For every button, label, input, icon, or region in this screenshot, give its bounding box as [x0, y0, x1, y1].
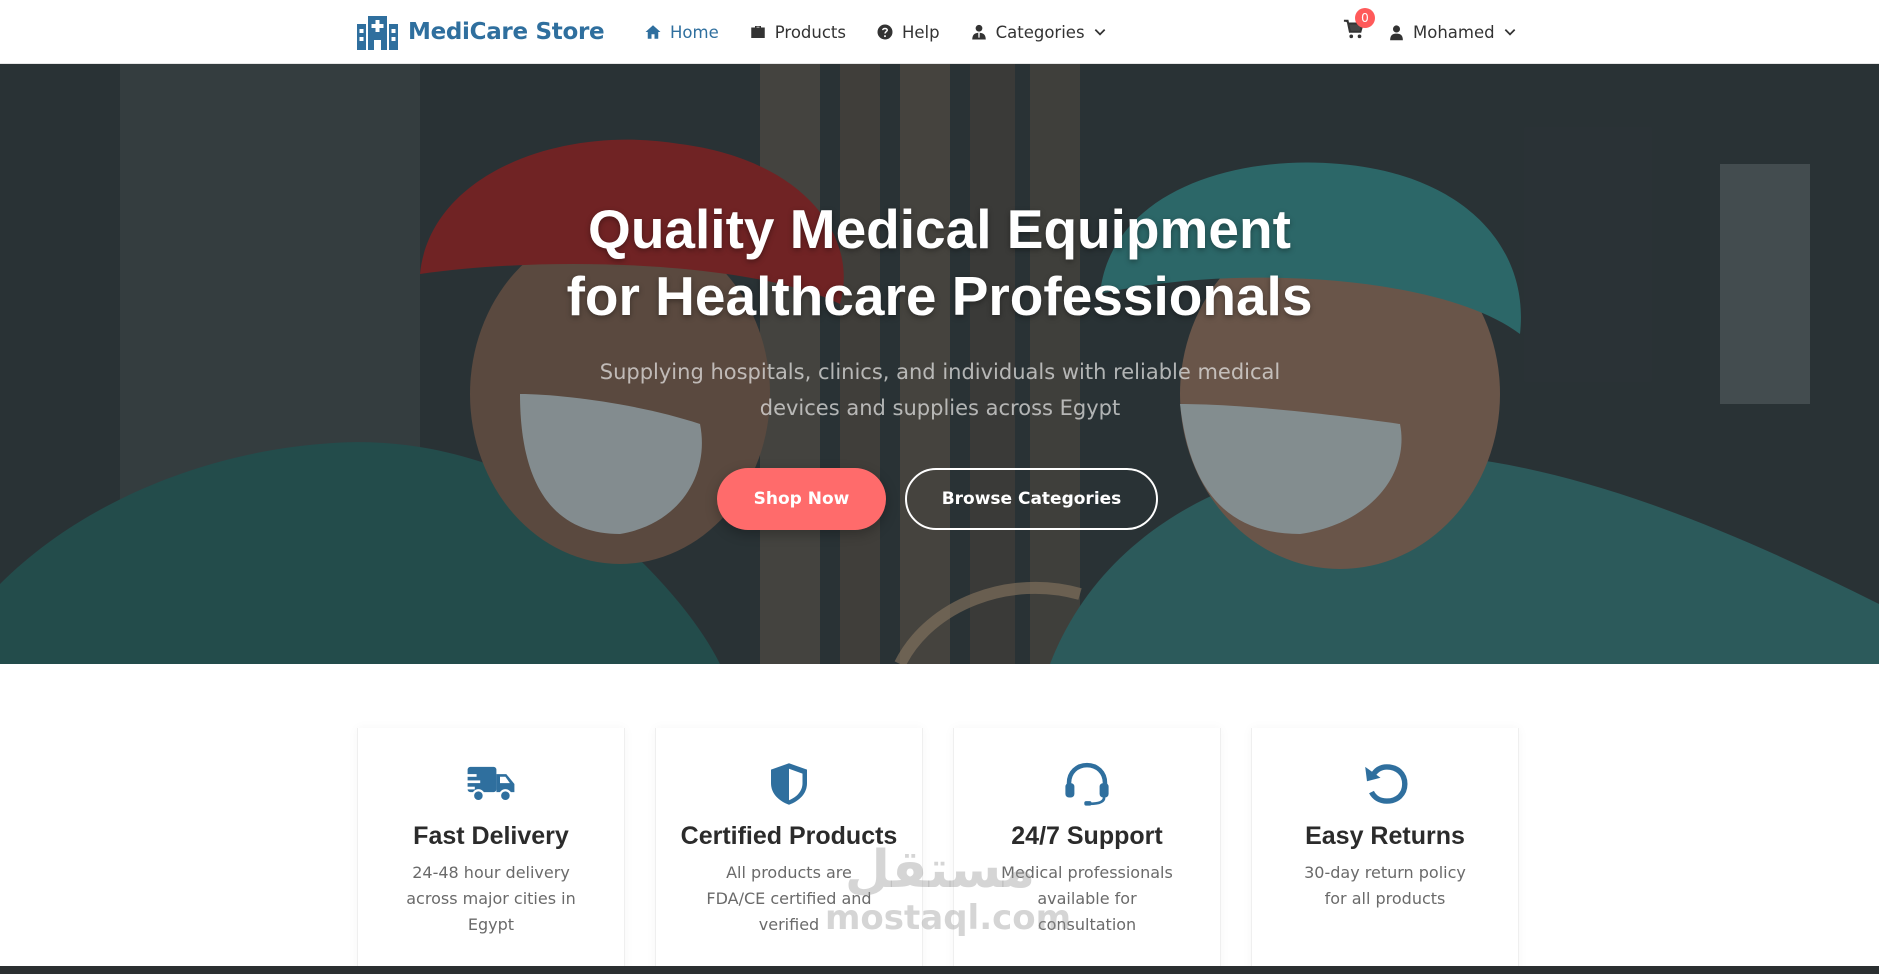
nav-item-products[interactable]: Products — [749, 23, 846, 42]
hero-banner: Quality Medical Equipment for Healthcare… — [0, 64, 1879, 664]
feature-title: Fast Delivery — [413, 822, 569, 850]
question-circle-icon — [877, 24, 893, 40]
shop-now-button[interactable]: Shop Now — [717, 468, 886, 530]
main-nav: Home Products Help Categories — [644, 16, 1107, 48]
cart-button[interactable]: 0 — [1343, 8, 1375, 42]
shield-icon — [759, 758, 819, 810]
feature-card-delivery: Fast Delivery 24-48 hour delivery across… — [357, 728, 625, 974]
hero-title: Quality Medical Equipment for Healthcare… — [0, 196, 1879, 330]
hero-title-line2: for Healthcare Professionals — [566, 265, 1313, 327]
hero-subtitle: Supplying hospitals, clinics, and indivi… — [599, 360, 1281, 420]
features-section: Fast Delivery 24-48 hour delivery across… — [357, 728, 1519, 974]
brand-name: MediCare Store — [408, 19, 605, 45]
hospital-logo-icon — [357, 16, 398, 50]
brand-link[interactable]: MediCare Store — [357, 12, 605, 52]
cart-count-badge: 0 — [1355, 8, 1375, 28]
briefcase-icon — [750, 26, 765, 38]
user-icon — [1390, 24, 1403, 40]
user-menu[interactable]: Mohamed — [1388, 16, 1517, 48]
feature-description: 30-day return policy for all products — [1304, 863, 1466, 908]
navbar: MediCare Store Home Products Help Catego… — [0, 0, 1879, 64]
nav-item-categories[interactable]: Categories — [970, 23, 1107, 42]
chevron-down-icon — [1504, 29, 1515, 36]
feature-card-support: 24/7 Support Medical professionals avail… — [953, 728, 1221, 974]
hero-title-line1: Quality Medical Equipment — [588, 198, 1291, 260]
user-tie-icon — [971, 24, 986, 40]
headset-icon — [1057, 758, 1117, 810]
feature-description: Medical professionals available for cons… — [1001, 863, 1173, 934]
feature-title: Easy Returns — [1305, 822, 1465, 850]
nav-item-label: Home — [670, 22, 719, 42]
feature-title: Certified Products — [680, 822, 898, 850]
browse-categories-button[interactable]: Browse Categories — [905, 468, 1158, 530]
feature-title: 24/7 Support — [1011, 822, 1163, 850]
feature-description: 24-48 hour delivery across major cities … — [406, 863, 576, 934]
nav-item-label: Products — [774, 22, 846, 42]
undo-icon — [1355, 758, 1415, 810]
feature-card-returns: Easy Returns 30-day return policy for al… — [1251, 728, 1519, 974]
chevron-down-icon — [1094, 29, 1105, 36]
nav-item-label: Categories — [995, 22, 1085, 42]
home-icon — [645, 25, 661, 39]
nav-item-home[interactable]: Home — [644, 23, 719, 42]
nav-item-help[interactable]: Help — [876, 23, 940, 42]
truck-icon — [461, 758, 521, 810]
nav-item-label: Help — [901, 22, 940, 42]
feature-card-certified: Certified Products All products are FDA/… — [655, 728, 923, 974]
bottom-edge-bar — [0, 966, 1879, 974]
user-name: Mohamed — [1413, 22, 1495, 42]
feature-description: All products are FDA/CE certified and ve… — [706, 863, 872, 934]
